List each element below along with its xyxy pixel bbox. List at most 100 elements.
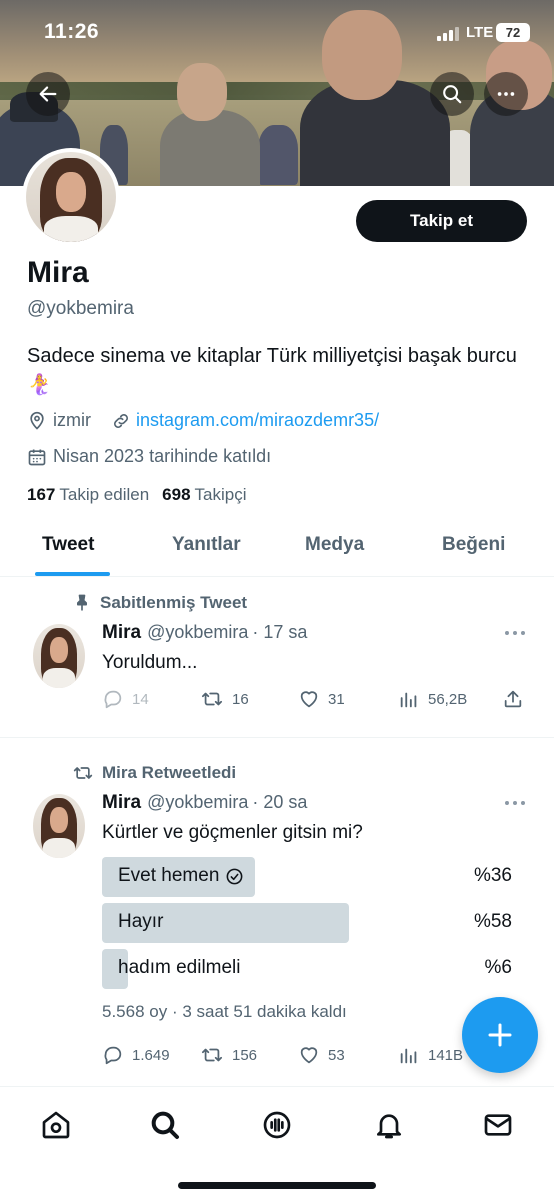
reply-button[interactable]: 14	[102, 688, 149, 710]
poll-option-percent: %6	[484, 957, 512, 978]
retweet-button[interactable]: 16	[200, 688, 249, 710]
poll-option: Hayır %58	[102, 903, 512, 943]
views-count: 56,2B	[428, 690, 468, 708]
poll-option-label: hadım edilmeli	[118, 957, 241, 978]
tweet-header: Mira @yokbemira · 17 sa	[102, 622, 307, 644]
profile-joined: Nisan 2023 tarihinde katıldı	[27, 446, 271, 467]
profile-link[interactable]: instagram.com/miraozdemr35/	[111, 410, 379, 431]
reply-button[interactable]: 1.649	[102, 1044, 170, 1066]
like-count: 53	[328, 1046, 345, 1064]
retweet-count: 156	[232, 1046, 258, 1064]
tweet-avatar[interactable]	[33, 624, 85, 688]
more-horizontal-icon	[497, 92, 515, 96]
tab-replies[interactable]: Yanıtlar	[172, 534, 241, 556]
home-icon	[42, 1111, 70, 1139]
tweet-actions: 14 16 31 56,2B	[102, 688, 532, 712]
tweet-context: Mira Retweetledi	[72, 763, 236, 783]
retweet-icon	[73, 767, 93, 779]
search-button[interactable]	[430, 72, 474, 116]
tab-likes[interactable]: Beğeni	[442, 534, 505, 556]
tweet-more-icon[interactable]	[505, 631, 525, 635]
banner-figure	[177, 63, 227, 121]
notifications-icon	[377, 1114, 401, 1139]
share-icon	[504, 690, 522, 708]
poll-meta: 5.568 oy · 3 saat 51 dakika kaldı	[102, 1002, 347, 1021]
following-count: 167	[27, 485, 56, 504]
context-label: Mira Retweetledi	[102, 763, 237, 782]
back-button[interactable]	[26, 72, 70, 116]
more-button[interactable]	[484, 72, 528, 116]
tweet-header: Mira @yokbemira · 20 sa	[102, 792, 307, 814]
followers-link[interactable]: 698 Takipçi	[162, 485, 246, 505]
status-time: 11:26	[44, 20, 100, 43]
following-label: Takip edilen	[59, 485, 150, 504]
context-label: Sabitlenmiş Tweet	[100, 593, 248, 612]
heart-icon	[300, 1047, 318, 1064]
follow-button[interactable]: Takip et	[356, 200, 527, 242]
poll-option: Evet hemen %36	[102, 857, 512, 897]
tweet-avatar[interactable]	[33, 794, 85, 858]
banner-figure	[258, 125, 298, 185]
retweet-button[interactable]: 156	[200, 1044, 257, 1066]
home-indicator	[178, 1182, 376, 1189]
poll-option-percent: %36	[473, 865, 512, 886]
profile-bio: Sadece sinema ve kitaplar Türk milliyetç…	[27, 345, 517, 396]
tweet-author-name[interactable]: Mira	[102, 622, 141, 644]
like-button[interactable]: 31	[298, 688, 345, 710]
nav-spaces[interactable]	[257, 1105, 297, 1145]
profile-location: izmir	[27, 410, 91, 431]
plus-icon	[488, 1023, 512, 1047]
tweet-context: Sabitlenmiş Tweet	[72, 593, 247, 613]
retweet-count: 16	[232, 690, 249, 708]
arrow-left-icon	[39, 86, 57, 102]
reply-count: 1.649	[132, 1046, 170, 1064]
poll-option: hadım edilmeli %6	[102, 949, 512, 989]
nav-notifications[interactable]	[369, 1105, 409, 1145]
views-button[interactable]: 141B	[398, 1044, 463, 1066]
reply-count: 14	[132, 690, 149, 708]
nav-home[interactable]	[36, 1105, 76, 1145]
signal-icon	[437, 27, 459, 41]
active-tab-indicator	[35, 572, 110, 576]
tweet-author-name[interactable]: Mira	[102, 792, 141, 814]
tab-media[interactable]: Medya	[305, 534, 364, 556]
reply-icon	[104, 690, 122, 709]
joined-text: Nisan 2023 tarihinde katıldı	[53, 446, 272, 466]
poll-option-label: Evet hemen	[118, 865, 220, 886]
like-button[interactable]: 53	[298, 1044, 345, 1066]
profile-tabs: Tweet Yanıtlar Medya Beğeni	[0, 520, 554, 577]
location-pin-icon	[30, 411, 44, 430]
tweet-author-handle: @yokbemira	[147, 792, 249, 812]
reply-icon	[104, 1046, 122, 1065]
profile-handle: @yokbemira	[27, 298, 134, 319]
link-icon	[114, 413, 128, 428]
compose-tweet-button[interactable]	[462, 997, 538, 1073]
tweet-author-handle: @yokbemira	[147, 622, 249, 642]
battery-icon: 72	[496, 23, 530, 42]
display-name: Mira	[27, 256, 89, 289]
views-count: 141B	[428, 1046, 464, 1064]
retweet-icon	[201, 1048, 223, 1062]
network-type: LTE	[466, 24, 494, 41]
share-button[interactable]	[502, 688, 532, 710]
tweet-more-icon[interactable]	[505, 801, 525, 805]
retweet-icon	[201, 692, 223, 706]
tweet-divider	[0, 737, 554, 738]
link-text[interactable]: instagram.com/miraozdemr35/	[136, 410, 379, 431]
followers-label: Takipçi	[194, 485, 247, 504]
views-icon	[400, 692, 417, 708]
profile-avatar[interactable]	[22, 148, 120, 246]
heart-icon	[300, 691, 318, 708]
views-button[interactable]: 56,2B	[398, 688, 467, 710]
tweet-text: Kürtler ve göçmenler gitsin mi?	[102, 822, 363, 843]
following-link[interactable]: 167 Takip edilen	[27, 485, 149, 505]
nav-search[interactable]	[145, 1105, 185, 1145]
banner-figure	[160, 110, 260, 186]
nav-messages[interactable]	[478, 1105, 518, 1145]
search-icon	[151, 1111, 179, 1139]
tab-tweets[interactable]: Tweet	[42, 534, 94, 556]
tweet-text: Yoruldum...	[102, 652, 198, 673]
tweet-time: · 20 sa	[252, 792, 308, 812]
tweet-time: · 17 sa	[252, 622, 308, 642]
avatar	[26, 152, 116, 242]
